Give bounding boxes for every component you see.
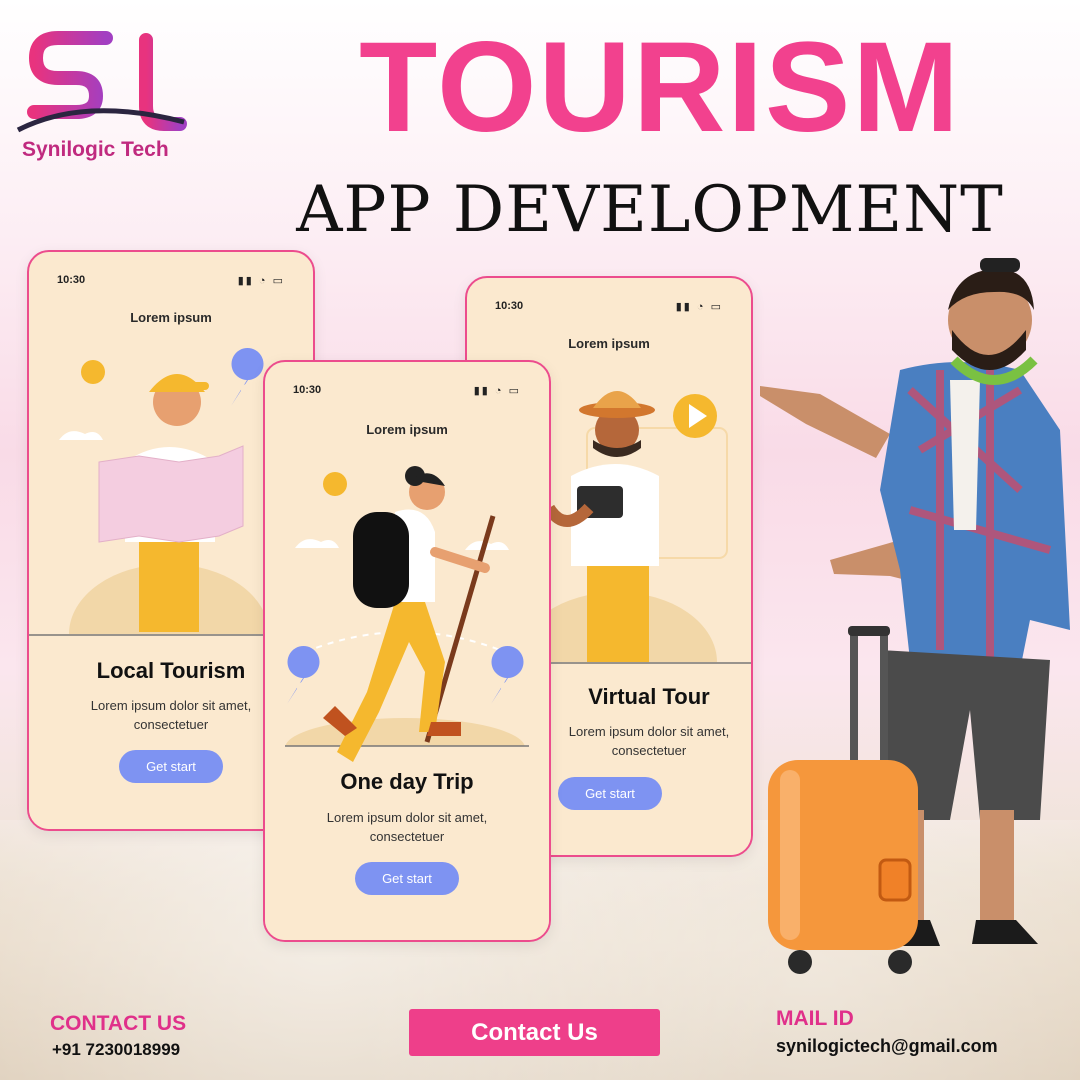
location-pin-icon [491, 646, 524, 704]
wifi-icon: ◔ [696, 301, 706, 313]
hiker-illustration [265, 466, 549, 940]
status-icons: ▮▮ ◔ ▭ [238, 274, 285, 287]
contact-us-button[interactable]: Contact Us [409, 1009, 660, 1056]
screen-title: Lorem ipsum [366, 422, 448, 437]
card-description-line1: Lorem ipsum dolor sit amet, [568, 724, 730, 739]
battery-icon: ▭ [508, 385, 521, 397]
traveler-with-suitcase-image [760, 258, 1070, 974]
card-description-line2: consectetuer [611, 743, 687, 758]
status-time: 10:30 [495, 300, 524, 312]
location-pin-icon [287, 646, 320, 704]
get-start-button[interactable]: Get start [119, 750, 223, 783]
brand-name: Synilogic Tech [22, 138, 169, 161]
signal-icon: ▮▮ [237, 275, 254, 287]
headline-subtitle: APP DEVELOPMENT [296, 173, 1004, 247]
card-description-line1: Lorem ipsum dolor sit amet, [326, 810, 488, 825]
status-icons: ▮▮ ◔ ▭ [474, 384, 521, 397]
contact-heading: CONTACT US [50, 1012, 187, 1035]
signal-icon: ▮▮ [473, 385, 490, 397]
status-time: 10:30 [293, 384, 322, 396]
signal-icon: ▮▮ [675, 301, 692, 313]
phone-one-day-trip: 10:30 ▮▮ ◔ ▭ Lorem ipsum One day Trip Lo… [263, 360, 551, 942]
get-start-button[interactable]: Get start [355, 862, 459, 895]
card-heading: Virtual Tour [588, 684, 710, 709]
battery-icon: ▭ [710, 301, 723, 313]
contact-phone-number: +91 7230018999 [52, 1040, 181, 1059]
mail-address[interactable]: synilogictech@gmail.com [776, 1036, 998, 1057]
card-heading: One day Trip [340, 769, 474, 794]
headline-title: TOURISM [359, 16, 961, 159]
mail-heading: MAIL ID [776, 1007, 854, 1030]
status-time: 10:30 [57, 274, 86, 286]
st-monogram-icon [16, 31, 189, 133]
brand-logo: Synilogic Tech [14, 26, 194, 166]
screen-title: Lorem ipsum [130, 310, 212, 325]
battery-icon: ▭ [272, 275, 285, 287]
wifi-icon: ◔ [258, 275, 268, 287]
card-description-line2: consectetuer [369, 829, 445, 844]
wifi-icon: ◔ [494, 385, 504, 397]
status-icons: ▮▮ ◔ ▭ [676, 300, 723, 313]
get-start-button[interactable]: Get start [558, 777, 662, 810]
screen-title: Lorem ipsum [568, 336, 650, 351]
